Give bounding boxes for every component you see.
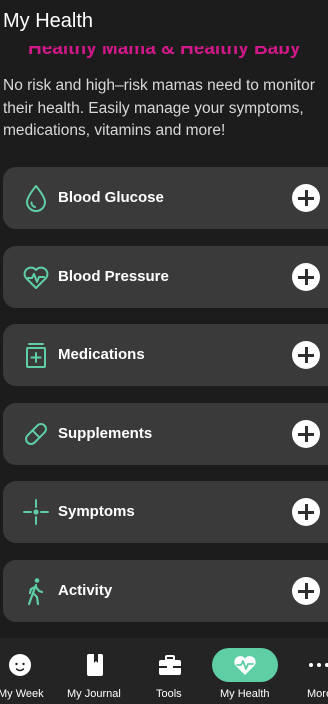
more-dots-icon [306,652,328,678]
card-supplements[interactable]: Supplements [3,403,328,465]
pill-capsule-icon [21,419,51,449]
description-line: No risk and high–risk mamas need to moni… [3,77,315,94]
add-medications-button[interactable] [292,341,320,369]
description: No risk and high–risk mamas need to moni… [3,75,328,143]
main-content: Healthy Mama & Healthy Baby No risk and … [0,0,328,638]
add-blood-glucose-button[interactable] [292,184,320,212]
crosshair-icon [21,497,51,527]
description-line: medications, vitamins and more! [3,122,226,139]
card-label: Symptoms [58,503,135,520]
card-label: Supplements [58,425,153,442]
card-symptoms[interactable]: Symptoms [3,481,328,543]
add-blood-pressure-button[interactable] [292,263,320,291]
bottom-nav: My Week My Journal Tools My Health Mor [0,638,328,704]
description-line: their health. Easily manage your symptom… [3,99,304,117]
medicine-bottle-icon [21,340,51,370]
nav-label: My Week [0,688,44,700]
card-blood-glucose[interactable]: Blood Glucose [3,167,328,229]
app-header: My Health [0,0,328,46]
card-label: Blood Pressure [58,268,169,285]
card-label: Medications [58,346,145,363]
nav-more[interactable]: More [288,638,328,704]
add-supplements-button[interactable] [292,420,320,448]
heart-pulse-icon [21,262,51,292]
add-activity-button[interactable] [292,577,320,605]
card-blood-pressure[interactable]: Blood Pressure [3,246,328,308]
card-label: Activity [58,582,113,599]
walking-person-icon [21,576,51,606]
drop-icon [21,183,51,213]
nav-label: More [307,688,328,700]
nav-my-journal[interactable]: My Journal [60,638,130,704]
nav-my-week[interactable]: My Week [0,638,60,704]
toolbox-icon [157,652,183,678]
baby-face-icon [7,652,33,678]
nav-my-health[interactable]: My Health [210,638,280,704]
nav-label: Tools [156,688,182,700]
heart-pulse-icon [232,652,258,678]
card-activity[interactable]: Activity [3,560,328,622]
card-medications[interactable]: Medications [3,324,328,386]
nav-tools[interactable]: Tools [135,638,205,704]
card-label: Blood Glucose [58,189,164,206]
nav-label: My Journal [67,688,121,700]
journal-icon [82,652,108,678]
nav-label: My Health [220,688,270,700]
page-title: My Health [3,10,94,32]
add-symptoms-button[interactable] [292,498,320,526]
